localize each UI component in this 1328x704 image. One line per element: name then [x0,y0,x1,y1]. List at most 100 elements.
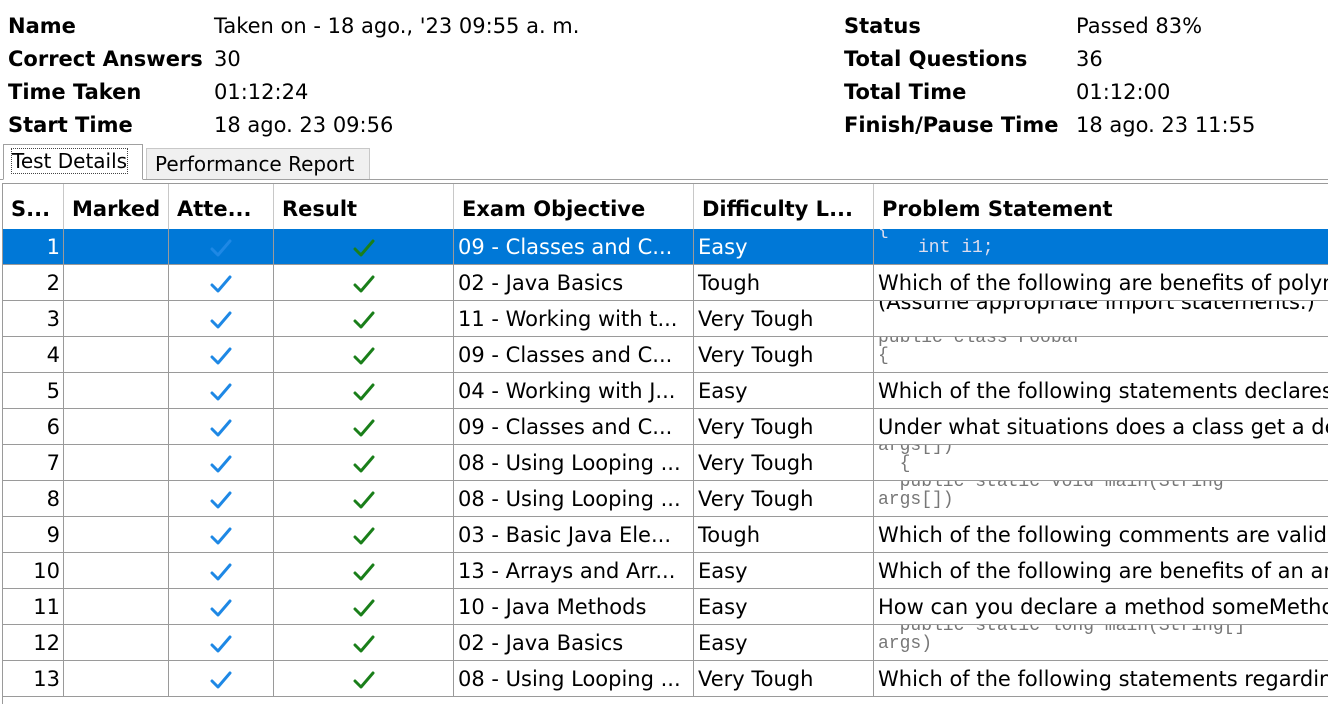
result-check-icon [353,487,375,511]
sno-text: 2 [46,271,60,295]
difficulty-text: Easy [698,559,748,583]
difficulty-text: Easy [698,631,748,655]
problem-code-snippet: args[]) { [878,445,1328,473]
exam-objective-text: 02 - Java Basics [458,271,624,295]
sno-text: 9 [46,523,60,547]
attempted-check-icon [210,559,232,583]
cell-difficulty: Very Tough [694,445,874,481]
table-row[interactable]: 1 09 - Classes and C... Easy {int i1; [3,229,1328,265]
table-row[interactable]: 8 08 - Using Looping ... Very Tough public… [3,481,1328,517]
problem-text: (Assume appropriate import statements.) [878,301,1315,314]
attempted-check-icon [210,343,232,367]
tab-bar: Test Details Performance Report [0,142,1328,180]
cell-exam-objective: 02 - Java Basics [454,625,694,661]
difficulty-text: Very Tough [698,451,814,475]
cell-attempted [169,265,274,301]
result-check-icon [353,379,375,403]
cell-problem-statement: How can you declare a method someMetho [874,589,1328,625]
cell-problem-statement: Which of the following comments are vali… [874,517,1328,553]
cell-problem-statement: args[]) { [874,445,1328,481]
cell-difficulty: Easy [694,373,874,409]
exam-objective-text: 13 - Arrays and Arr... [458,559,676,583]
attempted-check-icon [210,307,232,331]
cell-attempted [169,445,274,481]
problem-code-snippet: {int i1; [878,229,1328,257]
cell-exam-objective: 09 - Classes and C... [454,409,694,445]
table-row[interactable]: 5 04 - Working with J... Easy Which of the … [3,373,1328,409]
exam-objective-text: 09 - Classes and C... [458,343,673,367]
cell-attempted [169,337,274,373]
cell-problem-statement: public static void main(String args[]) [874,481,1328,517]
cell-attempted [169,373,274,409]
cell-attempted [169,517,274,553]
tab-performance-report[interactable]: Performance Report [146,148,370,179]
sno-text: 1 [46,235,60,259]
sno-text: 10 [33,559,60,583]
cell-difficulty: Very Tough [694,481,874,517]
time-taken-label: Time Taken [8,80,142,104]
attempted-check-icon [210,235,232,259]
total-questions-value: 36 [1076,47,1103,71]
sno-text: 4 [46,343,60,367]
column-header-result[interactable]: Result [274,184,454,229]
cell-sno: 12 [3,625,64,661]
tab-test-details[interactable]: Test Details [3,144,143,180]
cell-exam-objective: 08 - Using Looping ... [454,481,694,517]
cell-marked [64,553,169,589]
finish-time-label: Finish/Pause Time [844,113,1059,137]
cell-sno: 4 [3,337,64,373]
result-check-icon [353,667,375,691]
cell-exam-objective: 13 - Arrays and Arr... [454,553,694,589]
cell-attempted [169,625,274,661]
exam-objective-text: 09 - Classes and C... [458,415,673,439]
table-row[interactable]: 11 10 - Java Methods Easy How can you decla… [3,589,1328,625]
sno-text: 13 [33,667,60,691]
cell-problem-statement: Under what situations does a class get a… [874,409,1328,445]
table-row[interactable]: 9 03 - Basic Java Ele... Tough Which of the… [3,517,1328,553]
column-header-problem-statement[interactable]: Problem Statement [874,184,1328,229]
column-header-marked[interactable]: Marked [64,184,169,229]
cell-difficulty: Easy [694,589,874,625]
sno-text: 8 [46,487,60,511]
problem-code-snippet: public static void main(String args[]) [878,481,1328,509]
exam-objective-text: 11 - Working with t... [458,307,678,331]
correct-answers-label: Correct Answers [8,47,203,71]
cell-problem-statement: Which of the following are benefits of p… [874,265,1328,301]
cell-sno: 7 [3,445,64,481]
cell-exam-objective: 09 - Classes and C... [454,229,694,265]
cell-marked [64,517,169,553]
problem-code-line: public class Foobar [878,337,1084,348]
column-header-attempted[interactable]: Atte... [169,184,274,229]
column-header-difficulty[interactable]: Difficulty L... [694,184,874,229]
cell-difficulty: Tough [694,265,874,301]
name-value: Taken on - 18 ago., '23 09:55 a. m. [214,14,580,38]
cell-exam-objective: 08 - Using Looping ... [454,445,694,481]
column-header-sno[interactable]: S... [3,184,64,229]
table-row[interactable]: 7 08 - Using Looping ... Very Tough args[])… [3,445,1328,481]
table-row[interactable]: 4 09 - Classes and C... Very Tough public c… [3,337,1328,373]
column-header-exam-objective[interactable]: Exam Objective [454,184,694,229]
attempted-check-icon [210,487,232,511]
table-row[interactable]: 13 08 - Using Looping ... Very Tough Which … [3,661,1328,697]
problem-text: Which of the following are benefits of p… [878,271,1328,295]
exam-objective-text: 08 - Using Looping ... [458,451,681,475]
table-row[interactable]: 12 02 - Java Basics Easy public static lon… [3,625,1328,661]
table-row[interactable]: 6 09 - Classes and C... Very Tough Under wh… [3,409,1328,445]
difficulty-text: Tough [698,523,761,547]
difficulty-text: Very Tough [698,307,814,331]
table-row[interactable]: 2 02 - Java Basics Tough Which of the follo… [3,265,1328,301]
cell-difficulty: Easy [694,553,874,589]
cell-problem-statement: Which of the following statements declar… [874,373,1328,409]
table-row[interactable]: 10 13 - Arrays and Arr... Easy Which of the… [3,553,1328,589]
cell-difficulty: Easy [694,229,874,265]
table-row[interactable]: 3 11 - Working with t... Very Tough (Assume… [3,301,1328,337]
result-check-icon [353,235,375,259]
problem-text: Which of the following are benefits of a… [878,559,1328,583]
sno-text: 11 [33,595,60,619]
attempted-check-icon [210,631,232,655]
difficulty-text: Easy [698,379,748,403]
cell-sno: 10 [3,553,64,589]
cell-sno: 8 [3,481,64,517]
attempted-check-icon [210,595,232,619]
result-check-icon [353,343,375,367]
